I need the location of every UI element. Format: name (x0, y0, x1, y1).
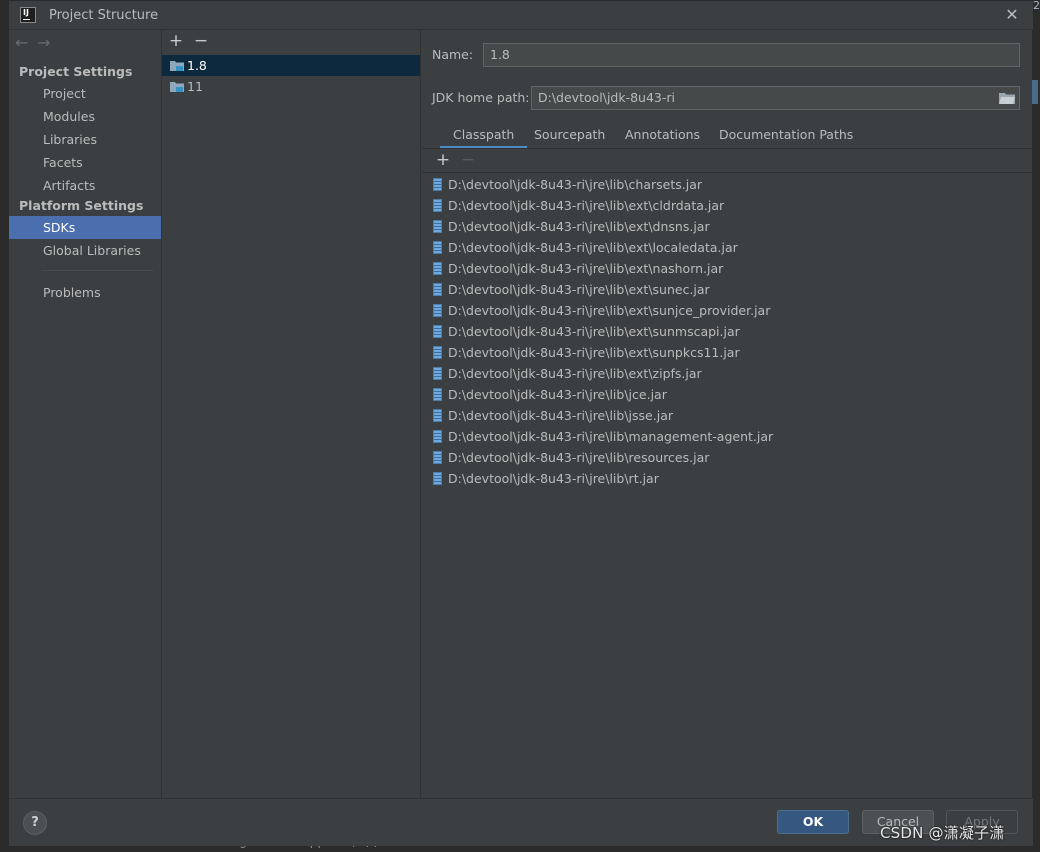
remove-sdk-icon[interactable]: − (193, 32, 209, 50)
nav-item-sdks[interactable]: SDKs (9, 216, 161, 239)
jar-icon (433, 262, 442, 275)
jdk-home-path-value: D:\devtool\jdk-8u43-ri (538, 90, 676, 105)
classpath-entry: D:\devtool\jdk-8u43-ri\jre\lib\jce.jar (448, 387, 667, 402)
nav-item-facets[interactable]: Facets (9, 151, 161, 174)
classpath-entry: D:\devtool\jdk-8u43-ri\jre\lib\ext\cldrd… (448, 198, 725, 213)
classpath-entry: D:\devtool\jdk-8u43-ri\jre\lib\ext\nasho… (448, 261, 724, 276)
classpath-entry: D:\devtool\jdk-8u43-ri\jre\lib\managemen… (448, 429, 774, 444)
classpath-entry: D:\devtool\jdk-8u43-ri\jre\lib\resources… (448, 450, 710, 465)
classpath-entry: D:\devtool\jdk-8u43-ri\jre\lib\rt.jar (448, 471, 659, 486)
browse-folder-icon[interactable] (999, 92, 1015, 104)
classpath-entry: D:\devtool\jdk-8u43-ri\jre\lib\ext\sunms… (448, 324, 740, 339)
tab-classpath[interactable]: Classpath (440, 123, 528, 149)
jar-icon (433, 199, 442, 212)
sdk-list-toolbar: + − (162, 30, 420, 54)
nav-item-libraries[interactable]: Libraries (9, 128, 161, 151)
nav-history: ← → (15, 35, 59, 53)
nav-group-platform-settings: Platform Settings (19, 198, 144, 213)
window-title: Project Structure (49, 8, 159, 23)
jar-icon (433, 346, 442, 359)
nav-divider (41, 270, 153, 271)
remove-classpath-icon[interactable]: − (460, 151, 476, 169)
intellij-app-icon: IJ (20, 7, 36, 23)
close-button[interactable]: ✕ (1003, 6, 1021, 24)
jdk-home-label: JDK home path: (432, 90, 530, 105)
nav-item-project[interactable]: Project (9, 82, 161, 105)
classpath-row[interactable]: D:\devtool\jdk-8u43-ri\jre\lib\managemen… (422, 426, 1032, 447)
sdk-name-field[interactable]: 1.8 (483, 43, 1020, 67)
background-line-number: 2 (1033, 0, 1040, 12)
jar-icon (433, 241, 442, 254)
background-scroll-marker (1032, 80, 1038, 104)
jar-icon (433, 472, 442, 485)
project-structure-dialog: IJ Project Structure ✕ ← → Project Settin… (8, 0, 1033, 846)
sdk-list-panel: + − 1.8 11 (162, 30, 421, 798)
classpath-toolbar: + − (422, 149, 1032, 173)
classpath-row[interactable]: D:\devtool\jdk-8u43-ri\jre\lib\ext\sunec… (422, 279, 1032, 300)
sdk-item-1-8[interactable]: 1.8 (162, 55, 420, 76)
jar-icon (433, 367, 442, 380)
jdk-home-path-field[interactable]: D:\devtool\jdk-8u43-ri (531, 86, 1020, 110)
background-editor-strip: 2 (1032, 0, 1040, 852)
classpath-row[interactable]: D:\devtool\jdk-8u43-ri\jre\lib\rt.jar (422, 468, 1032, 489)
classpath-entry: D:\devtool\jdk-8u43-ri\jre\lib\charsets.… (448, 177, 703, 192)
classpath-row[interactable]: D:\devtool\jdk-8u43-ri\jre\lib\ext\sunms… (422, 321, 1032, 342)
sdk-item-label: 11 (187, 79, 203, 94)
classpath-entry: D:\devtool\jdk-8u43-ri\jre\lib\jsse.jar (448, 408, 673, 423)
name-label: Name: (432, 47, 474, 62)
tab-documentation-paths[interactable]: Documentation Paths (706, 123, 866, 149)
classpath-entry: D:\devtool\jdk-8u43-ri\jre\lib\ext\sunpk… (448, 345, 740, 360)
classpath-row[interactable]: D:\devtool\jdk-8u43-ri\jre\lib\ext\local… (422, 237, 1032, 258)
classpath-row[interactable]: D:\devtool\jdk-8u43-ri\jre\lib\resources… (422, 447, 1032, 468)
forward-arrow-icon[interactable]: → (37, 35, 59, 51)
help-button[interactable]: ? (23, 811, 47, 835)
classpath-entry: D:\devtool\jdk-8u43-ri\jre\lib\ext\sunec… (448, 282, 710, 297)
classpath-entry: D:\devtool\jdk-8u43-ri\jre\lib\ext\sunjc… (448, 303, 771, 318)
jar-icon (433, 451, 442, 464)
classpath-row[interactable]: D:\devtool\jdk-8u43-ri\jre\lib\ext\cldrd… (422, 195, 1032, 216)
classpath-row[interactable]: D:\devtool\jdk-8u43-ri\jre\lib\ext\sunjc… (422, 300, 1032, 321)
watermark: CSDN @潇凝子潇 (880, 824, 1005, 842)
jdk-folder-icon (170, 61, 184, 71)
classpath-row[interactable]: D:\devtool\jdk-8u43-ri\jre\lib\ext\nasho… (422, 258, 1032, 279)
nav-group-project-settings: Project Settings (19, 64, 133, 79)
add-classpath-icon[interactable]: + (435, 151, 451, 169)
jar-icon (433, 430, 442, 443)
title-bar: IJ Project Structure ✕ (9, 1, 1033, 30)
classpath-row[interactable]: D:\devtool\jdk-8u43-ri\jre\lib\jce.jar (422, 384, 1032, 405)
jar-icon (433, 304, 442, 317)
jar-icon (433, 220, 442, 233)
settings-nav: ← → Project Settings Project Modules Libr… (9, 30, 162, 798)
sdk-detail-panel: Name: 1.8 JDK home path: D:\devtool\jdk-… (422, 30, 1032, 798)
nav-item-modules[interactable]: Modules (9, 105, 161, 128)
add-sdk-icon[interactable]: + (168, 32, 184, 50)
classpath-row[interactable]: D:\devtool\jdk-8u43-ri\jre\lib\charsets.… (422, 174, 1032, 195)
classpath-row[interactable]: D:\devtool\jdk-8u43-ri\jre\lib\ext\dnsns… (422, 216, 1032, 237)
classpath-row[interactable]: D:\devtool\jdk-8u43-ri\jre\lib\ext\sunpk… (422, 342, 1032, 363)
classpath-entry: D:\devtool\jdk-8u43-ri\jre\lib\ext\zipfs… (448, 366, 702, 381)
jar-icon (433, 283, 442, 296)
sdk-item-11[interactable]: 11 (162, 76, 420, 97)
sdk-item-label: 1.8 (187, 58, 207, 73)
classpath-entry: D:\devtool\jdk-8u43-ri\jre\lib\ext\dnsns… (448, 219, 710, 234)
jar-icon (433, 325, 442, 338)
classpath-row[interactable]: D:\devtool\jdk-8u43-ri\jre\lib\ext\zipfs… (422, 363, 1032, 384)
nav-item-problems[interactable]: Problems (9, 281, 161, 304)
classpath-entry: D:\devtool\jdk-8u43-ri\jre\lib\ext\local… (448, 240, 738, 255)
jdk-folder-icon (170, 82, 184, 92)
tab-annotations[interactable]: Annotations (612, 123, 713, 149)
jar-icon (433, 388, 442, 401)
nav-item-artifacts[interactable]: Artifacts (9, 174, 161, 197)
classpath-row[interactable]: D:\devtool\jdk-8u43-ri\jre\lib\jsse.jar (422, 405, 1032, 426)
jar-icon (433, 409, 442, 422)
tab-sourcepath[interactable]: Sourcepath (521, 123, 618, 149)
jar-icon (433, 178, 442, 191)
nav-item-global-libraries[interactable]: Global Libraries (9, 239, 161, 262)
ok-button[interactable]: OK (777, 810, 849, 834)
back-arrow-icon[interactable]: ← (15, 35, 37, 51)
